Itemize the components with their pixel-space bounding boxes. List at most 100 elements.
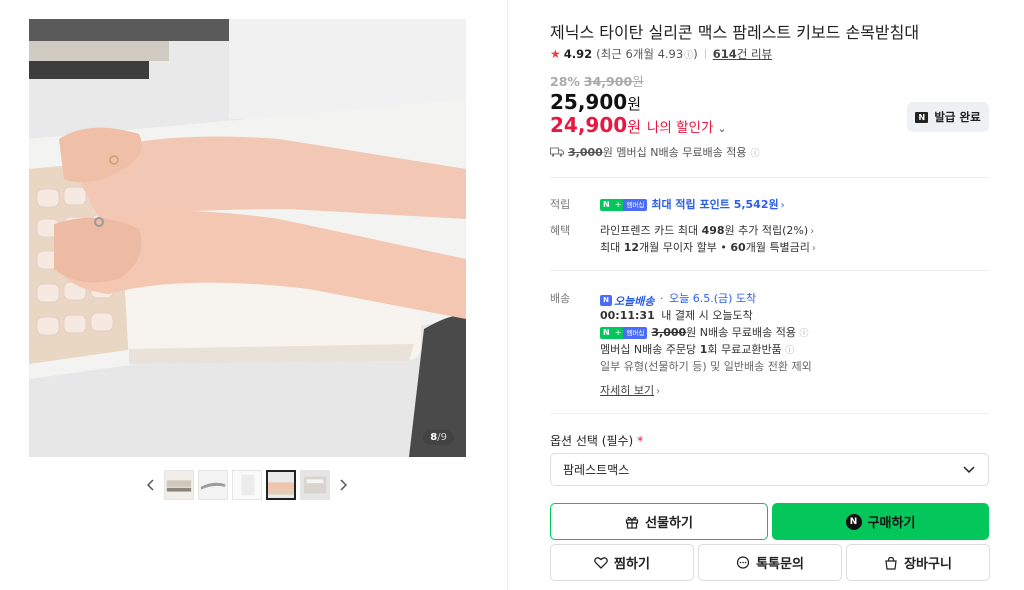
delivery-more-row[interactable]: 자세히 보기 › — [600, 382, 660, 398]
chevron-right-icon: › — [811, 243, 816, 254]
cart-button[interactable]: 장바구니 — [846, 544, 990, 581]
thumbnail-2[interactable] — [198, 470, 228, 500]
chevron-down-icon — [963, 466, 975, 474]
info-icon[interactable]: ⓘ — [750, 146, 759, 159]
sale-price: 25,900 — [550, 90, 628, 114]
discount-rate: 28% — [550, 74, 580, 89]
coupon-issued-button[interactable]: N 발급 완료 — [907, 102, 989, 132]
option-selected-value: 팜레스트맥스 — [563, 463, 630, 477]
badge-plus: + — [612, 199, 624, 211]
divider-bar — [704, 49, 706, 59]
image-counter-total: 9 — [440, 432, 447, 443]
buy-button-label: 구매하기 — [867, 516, 916, 531]
exchange-text: 멤버십 N배송 주문당 — [600, 343, 700, 356]
truck-icon — [550, 147, 564, 157]
chat-bubble-icon — [736, 555, 750, 569]
info-icon[interactable]: ⓘ — [684, 48, 693, 61]
thumbnail-5[interactable] — [300, 470, 330, 500]
my-price-row[interactable]: 24,900 원 나의 할인가 ⌄ — [550, 113, 727, 137]
original-price-row: 28% 34,900원 — [550, 71, 644, 90]
benefit-card-row[interactable]: 라인프렌즈 카드 최대 498원 추가 적립(2%) › — [600, 222, 814, 238]
badge-n: N — [600, 327, 613, 339]
chevron-right-icon[interactable] — [334, 470, 352, 500]
shipping-text: 원 멤버십 N배송 무료배송 적용 — [602, 146, 747, 159]
npay-icon: N — [845, 513, 862, 530]
my-price-unit: 원 — [627, 118, 641, 136]
product-title: 제닉스 타이탄 실리콘 맥스 팜레스트 키보드 손목받침대 — [550, 23, 920, 42]
badge-member: 멤버십 — [623, 327, 648, 339]
installment-text: 최대 — [600, 241, 624, 254]
option-label: 옵션 선택 (필수) * — [550, 432, 643, 449]
dot-separator: · — [659, 292, 664, 305]
gift-button-label: 선물하기 — [645, 516, 693, 531]
benefit-label: 혜택 — [550, 224, 571, 237]
calendar-icon: N — [600, 295, 612, 306]
sale-price-row: 25,900원 — [550, 90, 641, 114]
cart-button-label: 장바구니 — [904, 557, 952, 572]
installment-text: 개월 무이자 할부 • — [639, 241, 731, 254]
benefit-text: 라인프렌즈 카드 최대 — [600, 224, 702, 237]
npay-membership-badge: N + 멤버십 — [600, 327, 648, 339]
special-rate-months: 60 — [730, 241, 746, 254]
installment-row[interactable]: 최대 12개월 무이자 할부 • 60개월 특별금리 › — [600, 239, 816, 255]
member-shipping-row: N + 멤버십 3,000원 N배송 무료배송 적용 ⓘ — [600, 324, 808, 340]
coupon-button-label: 발급 완료 — [934, 110, 981, 124]
countdown-text: 내 결제 시 오늘도착 — [661, 309, 753, 322]
benefit-text: 원 추가 적립(2%) — [724, 224, 809, 237]
chevron-left-icon[interactable] — [142, 470, 160, 500]
chevron-right-icon: › — [656, 386, 661, 397]
info-icon[interactable]: ⓘ — [785, 346, 794, 356]
gift-button[interactable]: 선물하기 — [550, 503, 768, 540]
talk-inquiry-button[interactable]: 톡톡문의 — [698, 544, 842, 581]
gallery-panel: 8/9 — [0, 0, 508, 590]
option-select[interactable]: 팜레스트맥스 — [550, 453, 989, 486]
delivery-more-link[interactable]: 자세히 보기 — [600, 384, 654, 397]
wishlist-button[interactable]: 찜하기 — [550, 544, 694, 581]
my-price-label: 나의 할인가 — [647, 120, 714, 136]
product-photo — [29, 19, 466, 457]
member-shipping-fee: 3,000 — [651, 326, 687, 339]
chevron-right-icon: › — [780, 200, 785, 211]
original-price-unit: 원 — [632, 74, 644, 89]
my-price: 24,900 — [550, 113, 628, 137]
rating-score: 4.92 — [563, 47, 593, 61]
main-product-image[interactable]: 8/9 — [29, 19, 466, 457]
countdown-row: 00:11:31 내 결제 시 오늘도착 — [600, 307, 753, 323]
badge-member: 멤버십 — [623, 199, 648, 211]
exchange-row: 멤버십 N배송 주문당 1회 무료교환반품 ⓘ — [600, 341, 794, 357]
info-icon[interactable]: ⓘ — [799, 329, 808, 339]
benefit-amount: 498 — [701, 224, 725, 237]
installment-months: 12 — [623, 241, 640, 254]
countdown-timer: 00:11:31 — [600, 309, 655, 322]
chevron-right-icon: › — [810, 226, 815, 237]
review-link[interactable]: 614건 리뷰 — [713, 46, 772, 62]
image-counter: 8/9 — [423, 430, 454, 445]
max-point-link[interactable]: 최대 적립 포인트 5,542원 — [651, 198, 778, 211]
rating-row: ★ 4.92 (최근 6개월 4.93 ⓘ ) 614건 리뷰 — [550, 46, 772, 62]
shipping-summary: 3,000 원 멤버십 N배송 무료배송 적용 ⓘ — [550, 144, 759, 160]
star-icon: ★ — [550, 47, 561, 61]
gift-icon — [625, 516, 639, 529]
point-row[interactable]: N + 멤버십 최대 적립 포인트 5,542원 › — [600, 196, 785, 212]
thumbnail-1[interactable] — [164, 470, 194, 500]
today-delivery-row: N 오늘배송 · 오늘 6.5.(금) 도착 — [600, 290, 756, 309]
review-count: 614 — [712, 47, 737, 61]
thumbnail-4-active[interactable] — [266, 470, 296, 500]
shipping-fee: 3,000 — [568, 145, 603, 159]
thumbnail-3[interactable] — [232, 470, 262, 500]
chevron-down-icon: ⌄ — [717, 122, 727, 135]
installment-text: 개월 특별금리 — [745, 241, 810, 254]
point-label: 적립 — [550, 198, 571, 211]
rating-recent: (최근 6개월 4.93 — [596, 47, 684, 61]
buy-button[interactable]: N 구매하기 — [772, 503, 989, 540]
exchange-text: 회 무료교환반품 — [707, 343, 782, 356]
option-label-text: 옵션 선택 (필수) — [550, 434, 634, 448]
wishlist-button-label: 찜하기 — [614, 557, 650, 572]
divider — [550, 177, 989, 178]
rating-recent-close: ) — [693, 47, 698, 61]
required-mark: * — [637, 434, 644, 448]
npay-membership-badge: N + 멤버십 — [600, 199, 648, 211]
talk-inquiry-label: 톡톡문의 — [756, 557, 804, 572]
badge-n: N — [600, 199, 613, 211]
thumbnail-strip — [142, 470, 352, 500]
